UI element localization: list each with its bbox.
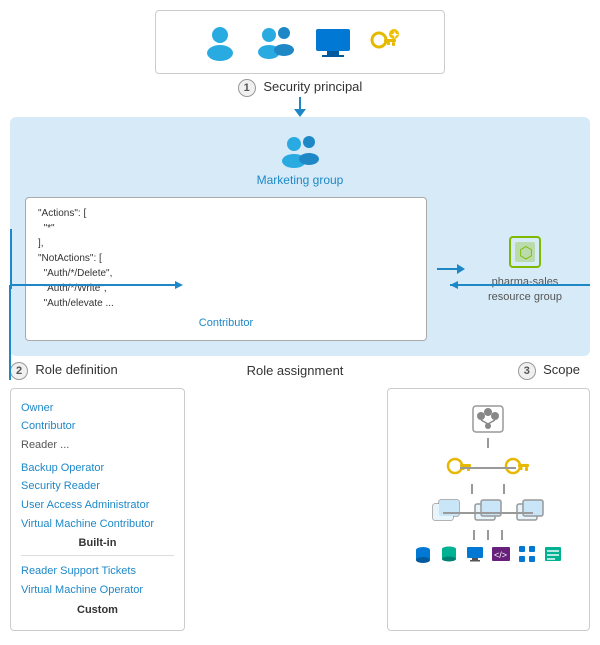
- arrow-line-sp: [299, 97, 301, 109]
- role-vm-operator[interactable]: Virtual Machine Operator: [21, 581, 174, 600]
- scope-label: Scope: [543, 362, 580, 377]
- arrow-h-line: [437, 268, 457, 270]
- step-2-badge: 2: [10, 362, 28, 380]
- arrow-head-right: [457, 264, 465, 274]
- role-ellipsis: ...: [60, 439, 69, 451]
- security-principal-text: Security principal: [263, 79, 362, 94]
- role-owner[interactable]: Owner: [21, 399, 174, 418]
- marketing-group-label: Marketing group: [25, 173, 575, 187]
- mgmt-group-icon: [471, 404, 505, 434]
- marketing-group-icon: [276, 132, 324, 170]
- role-user-access-admin[interactable]: User Access Administrator: [21, 496, 174, 515]
- monitor-icon: [465, 544, 485, 564]
- diagram-container: ✦ 1 Security principal Marketing group: [0, 0, 600, 645]
- role-divider: [21, 555, 174, 556]
- role-contributor[interactable]: Contributor: [21, 417, 174, 436]
- custom-label: Custom: [21, 604, 174, 616]
- role-assignment-area: Marketing group "Actions": [ "*" ], "Not…: [10, 117, 590, 356]
- scope-box: </>: [387, 388, 591, 631]
- step-3-badge: 3: [518, 362, 536, 380]
- tree-v-lines-3: [473, 530, 503, 540]
- application-icon: [314, 27, 352, 57]
- contributor-label: Contributor: [38, 315, 414, 332]
- tree-v-lines-2: [471, 484, 505, 494]
- left-connector: [205, 388, 207, 631]
- tree-level-3: [431, 498, 545, 526]
- key-node-2: [503, 452, 531, 480]
- v-line-right: [503, 484, 505, 494]
- mgmt-group-node: [471, 404, 505, 434]
- role-vm-contributor[interactable]: Virtual Machine Contributor: [21, 515, 174, 534]
- v3-line-2: [487, 530, 489, 540]
- security-principal-box: ✦: [155, 10, 445, 74]
- role-backup-operator[interactable]: Backup Operator: [21, 459, 174, 478]
- step-1-badge: 1: [238, 79, 256, 97]
- tree-h-line-3: [443, 512, 533, 514]
- security-principal-section: ✦ 1 Security principal: [10, 10, 590, 117]
- role-reader: Reader: [21, 439, 57, 451]
- v-line-left: [471, 484, 473, 494]
- list-icon: [543, 544, 563, 564]
- tree-level-4: </>: [413, 544, 563, 564]
- code-icon: </>: [491, 544, 511, 564]
- role-assignment-inner: "Actions": [ "*" ], "NotActions": [ "Aut…: [25, 197, 575, 341]
- key-node-1: [445, 452, 473, 480]
- resource-group-icon: ⬡: [505, 232, 545, 272]
- storage-icon: [413, 544, 433, 564]
- role-definition-label: Role definition: [35, 362, 117, 377]
- database-icon: [439, 544, 459, 564]
- left-arrow-connector: [0, 249, 130, 289]
- section-labels: 2 Role definition Role assignment 3 Scop…: [10, 362, 590, 380]
- tree-level-2: [445, 452, 531, 480]
- role-definition-box: Owner Contributor Reader ... Backup Oper…: [10, 388, 185, 631]
- scope-label-area: 3 Scope: [405, 362, 590, 380]
- builtin-label: Built-in: [21, 537, 174, 549]
- role-def-section-label-area: 2 Role definition: [10, 362, 185, 380]
- arrow-head-sp: [294, 109, 306, 117]
- right-arrow: [437, 264, 465, 274]
- group-icon: [254, 23, 299, 61]
- security-principal-label: 1 Security principal: [238, 79, 363, 97]
- role-assignment-text: Role assignment: [247, 363, 344, 378]
- key-icon-1: [445, 452, 473, 480]
- v3-line-3: [501, 530, 503, 540]
- tree-h-line: [460, 467, 516, 469]
- role-security-reader[interactable]: Security Reader: [21, 477, 174, 496]
- role-assignment-spacer: [195, 388, 377, 631]
- resource-group-label: pharma-sales resource group: [475, 275, 575, 306]
- svg-text:✦: ✦: [391, 30, 399, 40]
- role-reader-support[interactable]: Reader Support Tickets: [21, 562, 174, 581]
- role-assignment-label-area: Role assignment: [185, 363, 405, 378]
- v3-line-1: [473, 530, 475, 540]
- svg-text:⬡: ⬡: [519, 245, 533, 262]
- key-icon-2: [503, 452, 531, 480]
- marketing-group-area: Marketing group: [25, 132, 575, 187]
- user-icon: [201, 23, 239, 61]
- tree-v-line-1: [487, 438, 489, 448]
- managed-identity-icon: ✦: [367, 26, 399, 58]
- svg-text:</>: </>: [494, 550, 507, 560]
- apps-icon: [517, 544, 537, 564]
- resource-group-box: ⬡ pharma-sales resource group: [475, 232, 575, 306]
- bottom-row: Owner Contributor Reader ... Backup Oper…: [10, 388, 590, 631]
- scope-tree: </>: [398, 404, 580, 564]
